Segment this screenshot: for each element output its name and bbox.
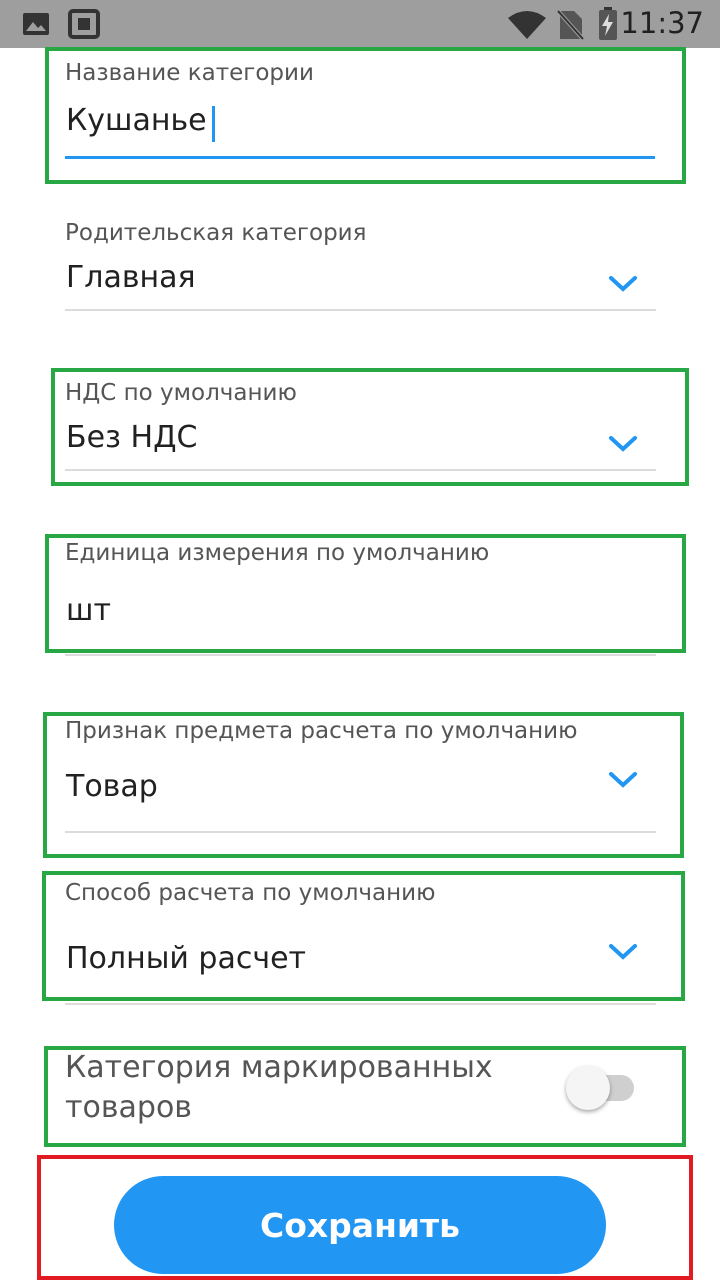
annotation-box-vat-default <box>51 368 689 486</box>
annotation-box-marked-goods <box>44 1046 686 1147</box>
annotation-box-subject-attr <box>43 712 684 858</box>
status-time: 11:37 <box>620 6 704 40</box>
annotation-box-save <box>37 1155 693 1280</box>
image-icon <box>23 13 49 35</box>
unit-default-underline <box>65 654 656 656</box>
wifi-icon <box>508 11 546 39</box>
annotation-box-category-name <box>45 47 686 184</box>
parent-category-value: Главная <box>66 260 196 295</box>
payment-method-default-underline <box>65 1003 656 1005</box>
screenshot-icon <box>68 9 100 39</box>
annotation-box-unit-default <box>45 534 686 653</box>
chevron-down-icon[interactable] <box>608 275 638 293</box>
parent-category-label: Родительская категория <box>65 220 367 246</box>
parent-category-underline <box>65 309 656 311</box>
annotation-box-payment-method <box>42 871 685 1001</box>
status-bar: 11:37 <box>0 0 720 48</box>
battery-charging-icon <box>599 7 617 40</box>
no-sim-icon <box>556 9 584 41</box>
